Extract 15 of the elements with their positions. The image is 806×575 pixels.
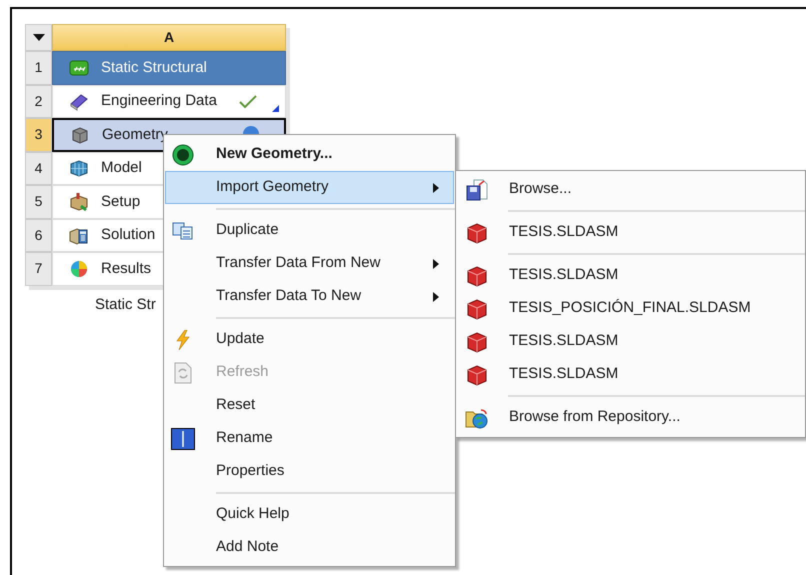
column-header: A bbox=[52, 24, 286, 51]
row-number: 2 bbox=[25, 84, 52, 118]
row-label: Setup bbox=[101, 192, 140, 212]
row-number: 1 bbox=[25, 51, 52, 84]
row-number: 7 bbox=[25, 252, 52, 286]
row-number: 5 bbox=[25, 185, 52, 218]
row-label: Solution bbox=[101, 225, 156, 245]
row-label: Model bbox=[101, 158, 142, 178]
row-number: 4 bbox=[25, 152, 52, 185]
row-label: Engineering Data bbox=[101, 91, 217, 111]
caption-text: Static Str bbox=[95, 295, 156, 316]
row-label: Static Structural bbox=[101, 58, 207, 78]
row-number: 3 bbox=[25, 118, 52, 152]
row-number: 6 bbox=[25, 218, 52, 252]
row-label: Results bbox=[101, 258, 152, 278]
